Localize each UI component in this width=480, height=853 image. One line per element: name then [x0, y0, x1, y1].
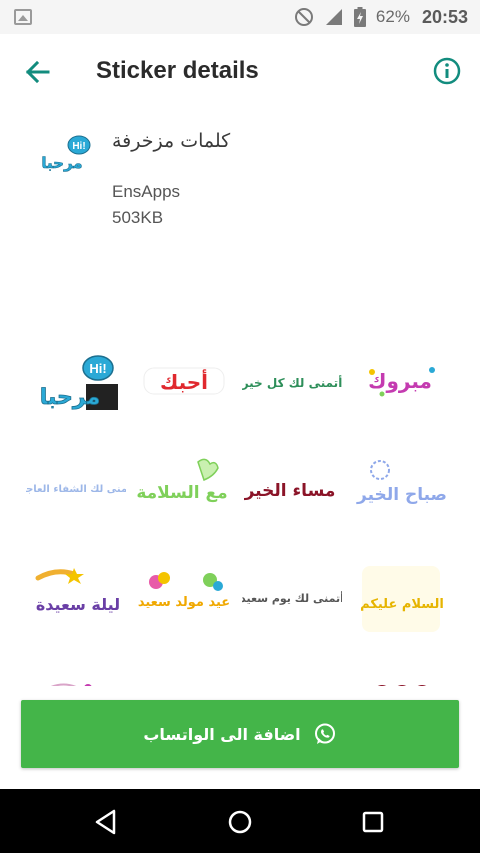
- sticker-text: مع السلامة: [136, 483, 227, 503]
- sticker-item[interactable]: مساء الخير: [242, 438, 342, 538]
- sticker-item[interactable]: السلام عليكم: [350, 548, 450, 648]
- sticker-item[interactable]: أتمنى لك الشفاء العاجل: [26, 438, 126, 538]
- app-bar: Sticker details: [0, 34, 480, 108]
- pack-name: كلمات مزخرفة: [112, 130, 231, 152]
- sticker-grid[interactable]: Hi! مرحبا أحبك أتمنى لك كل خير مبروك أتم…: [0, 330, 480, 686]
- sticker-text: أتمنى لك الشفاء العاجل: [26, 482, 126, 495]
- sticker-text: عيد مولد سعيد: [138, 595, 230, 610]
- sticker-item[interactable]: مع السلامة: [134, 438, 234, 538]
- sticker-text: مساء الخير: [244, 481, 335, 501]
- sticker-text: صباح الخير: [356, 485, 447, 505]
- sticker-text: مرحبا: [40, 385, 100, 410]
- info-icon[interactable]: [432, 56, 462, 86]
- arrow-left-icon[interactable]: [22, 56, 54, 88]
- sticker-item[interactable]: [350, 660, 450, 686]
- sticker-item[interactable]: مبروك: [350, 330, 450, 430]
- sticker-item[interactable]: Hi! مرحبا: [26, 330, 126, 430]
- sticker-text: أتمنى لك كل خير: [242, 375, 342, 390]
- pack-publisher: EnsApps: [112, 182, 181, 201]
- tray-badge: Hi!: [72, 141, 85, 152]
- sticker-text: مبروك: [368, 369, 432, 393]
- clock: 20:53: [421, 6, 468, 27]
- sticker-text: السلام عليكم: [360, 597, 444, 612]
- back-triangle-icon[interactable]: [92, 807, 122, 837]
- sticker-text: أحبك: [160, 368, 208, 394]
- add-button-label: اضافة الى الواتساب: [143, 724, 301, 744]
- add-to-whatsapp-button[interactable]: اضافة الى الواتساب: [21, 700, 459, 768]
- sticker-item[interactable]: أتمنى لك كل خير: [242, 330, 342, 430]
- signal-icon: [325, 9, 342, 25]
- sticker-item[interactable]: صباح الخير: [350, 438, 450, 538]
- whatsapp-icon: [314, 723, 335, 744]
- status-bar: 62% 20:53: [0, 0, 480, 34]
- gallery-icon: [14, 9, 32, 25]
- sticker-item[interactable]: ليلة سعيدة: [26, 548, 126, 648]
- battery-charging-icon: [353, 7, 366, 27]
- home-circle-icon[interactable]: [225, 807, 255, 837]
- sticker-item[interactable]: أتمنى لك يوم سعيد: [242, 548, 342, 648]
- do-not-disturb-icon: [294, 8, 313, 26]
- recents-square-icon[interactable]: [358, 807, 388, 837]
- sticker-badge: Hi!: [89, 361, 106, 376]
- sticker-text: ليلة سعيدة: [36, 595, 120, 614]
- battery-percent: 62%: [375, 7, 410, 26]
- sticker-item[interactable]: [26, 660, 126, 686]
- navigation-bar: [0, 789, 480, 853]
- page-title: Sticker details: [96, 57, 259, 84]
- sticker-item[interactable]: أحبك: [134, 330, 234, 430]
- status-icons: 62% 20:53: [294, 0, 468, 34]
- tray-text: مرحبا: [41, 154, 82, 172]
- sticker-text: أتمنى لك يوم سعيد: [242, 591, 342, 605]
- sticker-item[interactable]: [134, 660, 234, 686]
- pack-tray-icon: Hi! مرحبا: [38, 134, 96, 180]
- pack-size: 503KB: [112, 208, 164, 227]
- sticker-item[interactable]: عيد مولد سعيد: [134, 548, 234, 648]
